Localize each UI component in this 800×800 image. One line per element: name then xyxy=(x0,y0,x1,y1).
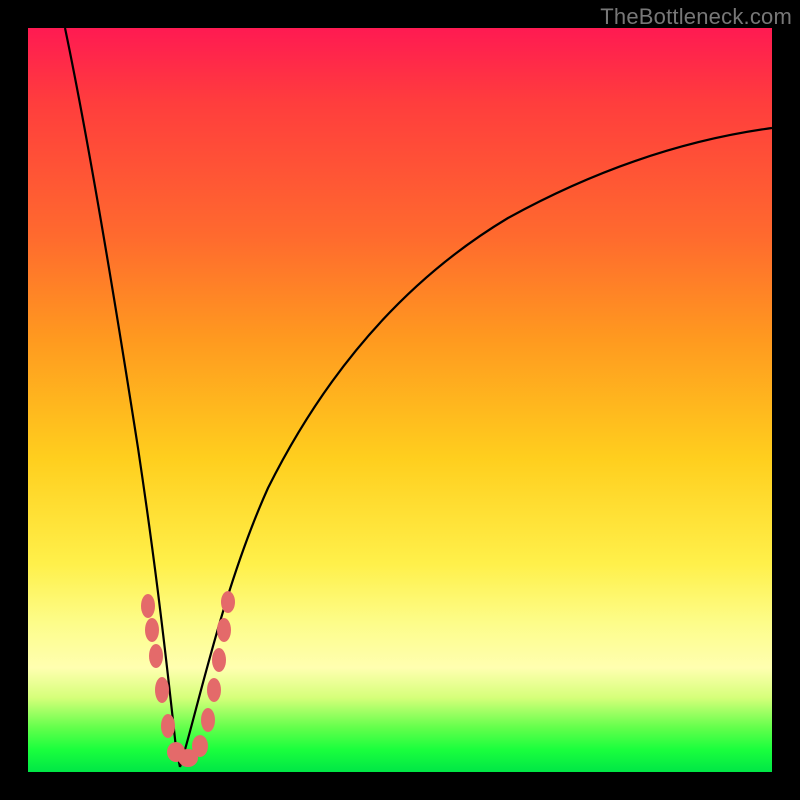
watermark-text: TheBottleneck.com xyxy=(600,4,792,30)
right-curve xyxy=(180,128,772,767)
chart-plot-area xyxy=(28,28,772,772)
chart-frame: TheBottleneck.com xyxy=(0,0,800,800)
bottleneck-curve xyxy=(28,28,772,772)
